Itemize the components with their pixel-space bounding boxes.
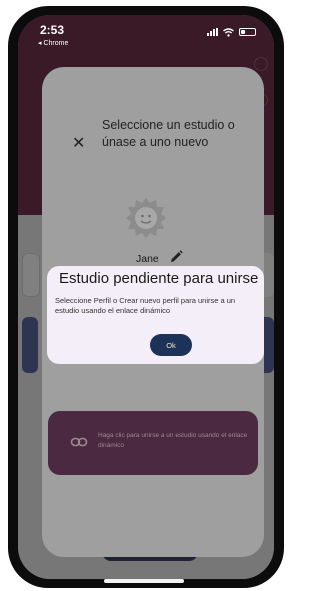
join-card-text: Haga clic para unirse a un estudio usand… xyxy=(98,432,248,449)
signal-icon xyxy=(207,28,218,36)
profile-name: Jane xyxy=(136,253,159,265)
sheet-title: Seleccione un estudio o únase a uno nuev… xyxy=(102,118,235,149)
dialog-title: Estudio pendiente para unirse xyxy=(59,270,259,287)
join-study-card[interactable]: Haga clic para unirse a un estudio usand… xyxy=(48,411,258,475)
background-card xyxy=(22,317,38,373)
avatar[interactable] xyxy=(125,197,167,239)
dialog-message: Seleccione Perfil o Crear nuevo perfil p… xyxy=(55,296,236,315)
status-icons xyxy=(207,27,256,37)
status-time: 2:53 xyxy=(40,23,65,37)
ok-button[interactable]: Ok xyxy=(150,334,192,356)
back-to-app-link[interactable]: ◂ Chrome xyxy=(38,39,68,47)
pending-study-dialog: Estudio pendiente para unirse Seleccione… xyxy=(47,266,264,364)
link-icon xyxy=(70,437,88,447)
close-icon[interactable]: ✕ xyxy=(72,133,85,153)
phone-frame: 2:53 ◂ Chrome ✕ Seleccione un estudio o … xyxy=(8,6,284,588)
background-card xyxy=(22,253,40,297)
status-bar: 2:53 ◂ Chrome xyxy=(18,15,274,55)
home-indicator[interactable] xyxy=(104,579,184,583)
battery-icon xyxy=(239,28,256,36)
header-icon-dimmed xyxy=(254,57,268,71)
wifi-icon xyxy=(223,27,234,37)
phone-screen: 2:53 ◂ Chrome ✕ Seleccione un estudio o … xyxy=(18,15,274,579)
edit-icon[interactable] xyxy=(168,249,184,265)
